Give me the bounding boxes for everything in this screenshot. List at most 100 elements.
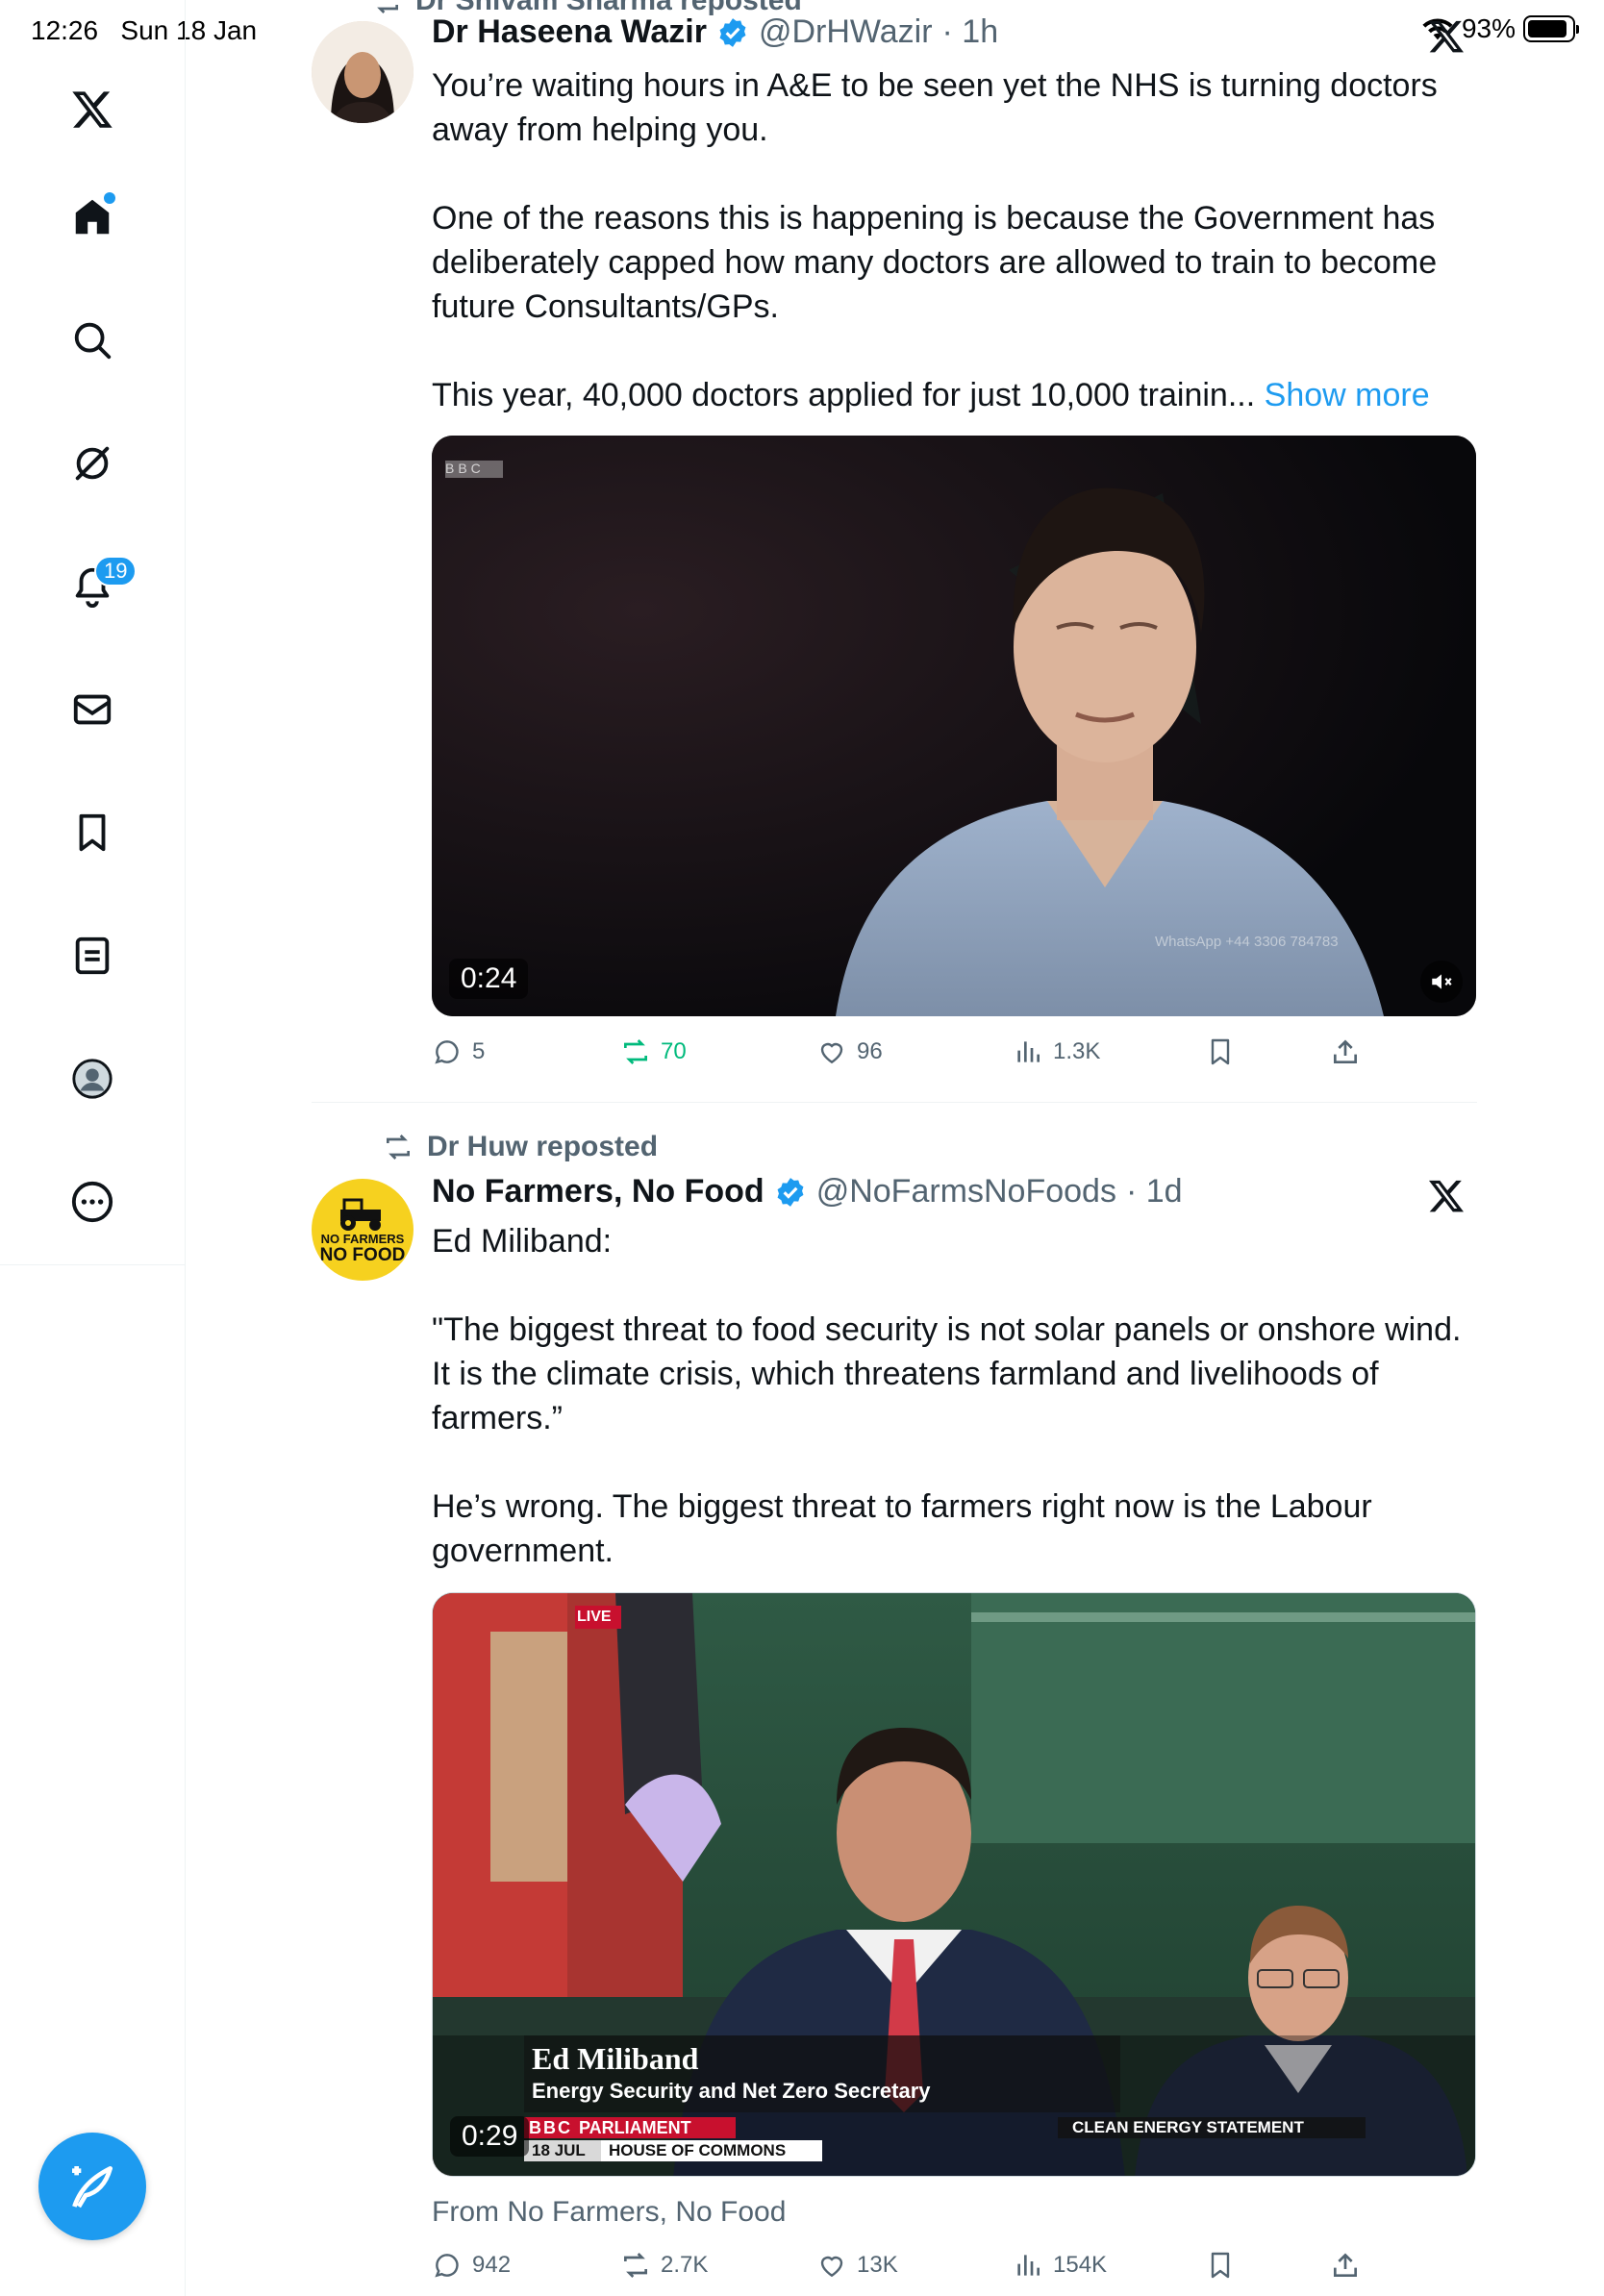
bookmark-button[interactable] xyxy=(1205,2250,1330,2281)
views-button[interactable]: 1.3K xyxy=(1013,1036,1205,1067)
repost-count: 2.7K xyxy=(661,2252,709,2278)
reply-button[interactable]: 5 xyxy=(432,1036,620,1067)
bookmark-icon[interactable] xyxy=(62,802,123,863)
video-frame xyxy=(432,436,1476,1016)
author-name[interactable]: No Farmers, No Food xyxy=(432,1173,764,1210)
like-button[interactable]: 96 xyxy=(816,1036,1013,1067)
battery-percent: 93% xyxy=(1461,13,1516,43)
avatar[interactable] xyxy=(312,21,414,123)
avatar-photo xyxy=(312,21,414,123)
share-icon xyxy=(1334,1039,1357,1063)
view-count: 1.3K xyxy=(1053,1038,1101,1064)
bbc-logo: BBC xyxy=(529,2118,572,2137)
author-handle[interactable]: @DrHWazir xyxy=(759,13,933,51)
x-brand-icon xyxy=(1429,20,1464,53)
repost-button[interactable]: 70 xyxy=(620,1036,816,1067)
channel-name: PARLIAMENT xyxy=(579,2118,691,2137)
mute-button[interactable] xyxy=(1420,961,1463,1003)
lists-icon[interactable] xyxy=(62,925,123,986)
share-button[interactable] xyxy=(1330,1036,1361,1067)
view-count: 154K xyxy=(1053,2252,1108,2278)
tweet-body: You’re waiting hours in A&E to be seen y… xyxy=(432,63,1480,417)
compose-button[interactable] xyxy=(38,2133,146,2240)
share-icon xyxy=(1334,2253,1357,2277)
sidebar: 19 xyxy=(0,0,186,1265)
bookmark-icon xyxy=(1211,2252,1230,2279)
tweet-time: · 1h xyxy=(941,13,999,50)
compose-icon xyxy=(72,2166,113,2209)
profile-avatar-icon[interactable] xyxy=(62,1048,123,1110)
tweet-header: No Farmers, No Food @NoFarmsNoFoods · 1d xyxy=(432,1173,1183,1210)
author-handle[interactable]: @NoFarmsNoFoods xyxy=(816,1173,1116,1210)
bbc-watermark: BBC xyxy=(445,461,485,476)
tweet-paragraph: Ed Miliband: xyxy=(432,1223,613,1260)
more-icon[interactable] xyxy=(62,1171,123,1233)
video-duration: 0:24 xyxy=(449,959,529,999)
tweet-body: Ed Miliband: "The biggest threat to food… xyxy=(432,1219,1480,1573)
video-watermark: WhatsApp +44 3306 784783 xyxy=(1155,934,1339,950)
bookmark-icon xyxy=(1211,1038,1230,1065)
like-count: 13K xyxy=(857,2252,898,2278)
verified-badge-icon xyxy=(719,17,746,47)
reply-button[interactable]: 942 xyxy=(432,2250,620,2281)
tweet-header: Dr Haseena Wazir @DrHWazir · 1h xyxy=(432,13,998,51)
grok-icon[interactable] xyxy=(62,433,123,494)
views-chart-icon xyxy=(1017,2255,1040,2276)
reply-icon xyxy=(435,1040,459,1064)
repost-count: 70 xyxy=(661,1038,687,1064)
heart-icon xyxy=(820,1042,843,1064)
home-notification-dot xyxy=(104,192,115,204)
tweet-actions: 942 2.7K 13K 154K xyxy=(432,2250,1470,2281)
video-duration: 0:29 xyxy=(450,2116,530,2157)
verified-badge-icon xyxy=(777,1177,804,1207)
video-player[interactable]: BBC WhatsApp +44 3306 784783 0:24 xyxy=(432,436,1476,1016)
notifications-badge: 19 xyxy=(94,556,138,586)
tractor-logo-icon xyxy=(340,1198,381,1231)
home-icon[interactable] xyxy=(62,187,123,248)
share-button[interactable] xyxy=(1330,2250,1361,2281)
x-logo-icon[interactable] xyxy=(62,79,123,140)
repost-icon xyxy=(377,5,398,13)
author-name[interactable]: Dr Haseena Wazir xyxy=(432,13,707,51)
avatar[interactable]: NO FARMERS NO FOOD xyxy=(312,1179,414,1281)
broadcast-location: HOUSE OF COMMONS xyxy=(609,2141,787,2159)
tweet-paragraph: "The biggest threat to food security is … xyxy=(432,1311,1462,1436)
truncated-text: This year, 40,000 doctors applied for ju… xyxy=(432,377,1256,413)
tweet-actions: 5 70 96 1.3K xyxy=(432,1036,1470,1067)
avatar-text-bottom: NO FOOD xyxy=(319,1245,406,1265)
tweet-paragraph: He’s wrong. The biggest threat to farmer… xyxy=(432,1488,1372,1569)
views-chart-icon xyxy=(1017,1041,1040,1062)
battery-icon xyxy=(1523,15,1579,42)
heart-icon xyxy=(820,2256,843,2278)
repost-icon xyxy=(387,1135,410,1160)
reply-count: 5 xyxy=(472,1038,486,1064)
tweet-time: · 1d xyxy=(1125,1173,1183,1210)
tweet-paragraph-truncated: This year, 40,000 doctors applied for ju… xyxy=(432,373,1480,417)
reply-count: 942 xyxy=(472,2252,512,2278)
notifications-bell-icon[interactable]: 19 xyxy=(62,556,138,617)
video-player[interactable]: LIVE Ed Miliband Energy Security and Net… xyxy=(432,1592,1476,2177)
broadcast-date: 18 JUL xyxy=(532,2141,586,2159)
search-icon[interactable] xyxy=(62,310,123,371)
reply-icon xyxy=(435,2254,459,2278)
sidebar-border xyxy=(185,1265,186,2296)
show-more-link[interactable]: Show more xyxy=(1265,377,1430,413)
statement-label: CLEAN ENERGY STATEMENT xyxy=(1072,2118,1304,2136)
mail-icon[interactable] xyxy=(62,679,123,740)
muted-speaker-icon xyxy=(1432,974,1452,989)
tweet-divider xyxy=(312,1102,1477,1103)
lower-third-name: Ed Miliband xyxy=(532,2041,699,2076)
views-button[interactable]: 154K xyxy=(1013,2250,1205,2281)
repost-label: Dr Huw reposted xyxy=(427,1131,659,1162)
repost-icon xyxy=(624,1039,647,1064)
x-brand-icon xyxy=(1429,1180,1464,1212)
like-count: 96 xyxy=(857,1038,883,1064)
like-button[interactable]: 13K xyxy=(816,2250,1013,2281)
repost-indicator: Dr Huw reposted xyxy=(383,1131,658,1163)
live-badge: LIVE xyxy=(577,1609,612,1625)
video-source[interactable]: From No Farmers, No Food xyxy=(432,2196,786,2229)
tweet-paragraph: One of the reasons this is happening is … xyxy=(432,200,1438,325)
repost-icon xyxy=(624,2253,647,2278)
bookmark-button[interactable] xyxy=(1205,1036,1330,1067)
repost-button[interactable]: 2.7K xyxy=(620,2250,816,2281)
